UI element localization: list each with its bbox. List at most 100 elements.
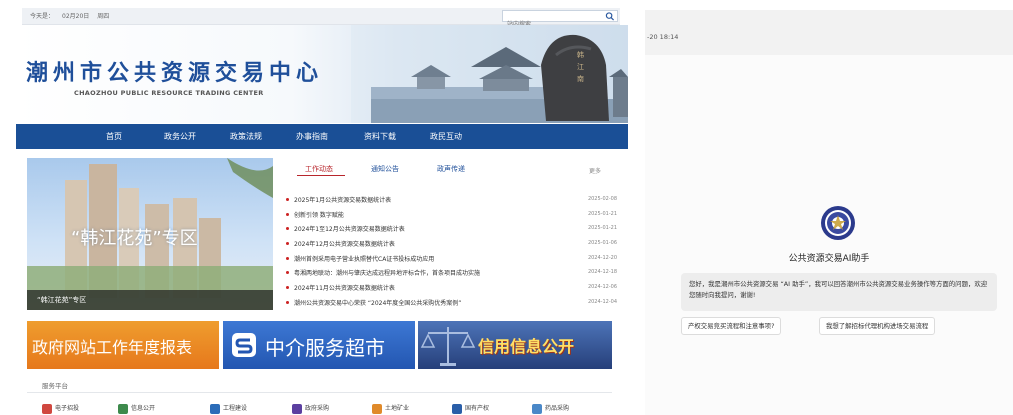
bullet-icon	[286, 300, 289, 304]
service-item[interactable]: 政府采购	[292, 403, 329, 415]
featured-slide[interactable]: “韩江花苑”专区 “韩江花苑”专区	[27, 158, 273, 310]
slide-caption: “韩江花苑”专区	[37, 296, 87, 304]
news-date: 2024-12-18	[587, 269, 617, 276]
news-date: 2024-12-20	[587, 254, 617, 261]
bullet-icon	[286, 286, 289, 290]
chat-timestamp: -20 18:14	[647, 33, 679, 41]
date-display: 今天是： 02月20日 周四	[30, 11, 117, 20]
news-title[interactable]: 2024年1至12月公共资源交易数据统计表	[294, 224, 405, 233]
scales-of-justice-icon	[420, 327, 476, 366]
service-item-label: 土地矿业	[385, 405, 410, 412]
nav-item-downloads[interactable]: 资料下载	[364, 124, 396, 149]
agency-market-banner[interactable]: 中介服务超市	[223, 321, 415, 369]
search-icon[interactable]	[605, 12, 615, 21]
slide-pagination	[245, 298, 265, 310]
service-item-label: 电子招投	[55, 405, 80, 412]
bullet-icon	[286, 198, 289, 201]
news-list: 2025年1月公共资源交易数据统计表 2025-02-08 创新引领 数字赋能 20…	[283, 193, 619, 311]
news-item[interactable]: 2024年11月公共资源交易数据统计表 2024-12-06	[283, 281, 619, 296]
nav-item-guide[interactable]: 办事指南	[296, 124, 328, 149]
site-search-box[interactable]	[502, 10, 618, 30]
service-platform-label: 服务平台	[42, 382, 68, 390]
property-icon	[452, 403, 462, 414]
suggestion-chip[interactable]: 产权交易竞买流程和注意事项?	[681, 317, 782, 335]
ai-chat-panel: -20 18:14 公共资源交易AI助手 您好，我是潮州市公共资源交易 “AI …	[645, 10, 1013, 415]
date-value: 02月20日	[62, 13, 90, 20]
news-title[interactable]: 2024年11月公共资源交易数据统计表	[294, 283, 395, 292]
news-item[interactable]: 创新引领 数字赋能 2025-01-21	[283, 208, 619, 223]
tab-policy-voice[interactable]: 政声传递	[437, 164, 465, 174]
bidding-icon	[42, 403, 52, 414]
credit-info-banner-text: 信用信息公开	[478, 337, 575, 356]
news-date: 2025-01-21	[587, 225, 617, 232]
top-bar: 今天是： 02月20日 周四	[22, 8, 620, 30]
annual-report-banner[interactable]: 政府网站工作年度报表	[27, 321, 219, 369]
suggestion-chip[interactable]: 我想了解招标代理机构进场交易流程	[819, 317, 936, 335]
bullet-icon	[286, 227, 289, 231]
land-icon	[372, 403, 382, 414]
news-title[interactable]: 粤湘两地联动：潮州与肇庆达成远程异地评标合作，首条项目成功实施	[294, 268, 480, 277]
nav-item-policies[interactable]: 政策法规	[230, 124, 262, 149]
weekday-value: 周四	[97, 13, 110, 20]
slide-caption-bar: “韩江花苑”专区	[27, 290, 273, 310]
procurement-icon	[292, 403, 302, 414]
assistant-name: 公共资源交易AI助手	[788, 254, 870, 264]
service-item-label: 药品采购	[545, 405, 570, 412]
credit-info-banner[interactable]: 信用信息公开	[418, 321, 612, 369]
nav-item-home[interactable]: 首页	[106, 124, 122, 149]
construction-icon	[210, 403, 220, 414]
nav-item-interaction[interactable]: 政民互动	[430, 124, 462, 149]
site-subtitle: CHAOZHOU PUBLIC RESOURCE TRADING CENTER	[74, 89, 264, 97]
news-title[interactable]: 2025年1月公共资源交易数据统计表	[294, 195, 391, 204]
news-title[interactable]: 潮州首例采用电子营业执照替代CA证书投标成功应用	[294, 254, 434, 263]
service-item[interactable]: 工程建设	[210, 403, 247, 415]
service-item-label: 政府采购	[305, 405, 330, 412]
news-date: 2025-01-06	[587, 240, 617, 247]
news-title[interactable]: 潮州公共资源交易中心荣获 “2024年度全国公共采购优秀案例”	[294, 298, 461, 307]
tab-work-news[interactable]: 工作动态	[305, 164, 333, 174]
service-item[interactable]: 电子招投	[42, 403, 79, 415]
svg-text:南: 南	[577, 74, 584, 83]
bullet-icon	[286, 212, 289, 216]
news-date: 2025-01-21	[587, 210, 617, 217]
news-panel: 工作动态 通知公告 政声传递 更多 2025年1月公共资源交易数据统计表 2025…	[283, 158, 619, 310]
site-banner: 潮州市公共资源交易中心 CHAOZHOU PUBLIC RESOURCE TRA…	[16, 25, 628, 123]
site-title: 潮州市公共资源交易中心	[26, 61, 324, 86]
news-item[interactable]: 2024年12月公共资源交易数据统计表 2025-01-06	[283, 237, 619, 252]
tab-notices[interactable]: 通知公告	[371, 164, 399, 174]
banner-landmark-image: 韩 江 南	[351, 25, 628, 123]
news-item[interactable]: 潮州公共资源交易中心荣获 “2024年度全国公共采购优秀案例” 2024-12-0…	[283, 296, 619, 311]
agency-market-logo-icon	[232, 333, 256, 357]
news-date: 2024-12-06	[587, 284, 617, 291]
active-tab-underline	[297, 175, 345, 176]
chat-header: -20 18:14	[645, 10, 1013, 55]
news-date: 2025-02-08	[587, 196, 617, 202]
service-item-label: 信息公开	[131, 405, 156, 412]
service-item[interactable]: 药品采购	[532, 403, 569, 415]
bullet-icon	[286, 242, 289, 246]
news-title[interactable]: 2024年12月公共资源交易数据统计表	[294, 239, 395, 248]
chat-body: 公共资源交易AI助手 您好，我是潮州市公共资源交易 “AI 助手”，我可以回答潮…	[645, 55, 1013, 415]
service-item[interactable]: 土地矿业	[372, 403, 409, 415]
news-date: 2024-12-04	[587, 298, 617, 305]
bullet-icon	[286, 256, 289, 260]
bullet-icon	[286, 271, 289, 275]
service-item-label: 工程建设	[223, 405, 248, 412]
news-title[interactable]: 创新引领 数字赋能	[294, 210, 344, 219]
agency-market-banner-text: 中介服务超市	[265, 336, 385, 360]
info-icon	[118, 403, 128, 414]
news-item[interactable]: 粤湘两地联动：潮州与肇庆达成远程异地评标合作，首条项目成功实施 2024-12-1…	[283, 266, 619, 281]
service-item[interactable]: 信息公开	[118, 403, 155, 415]
svg-text:江: 江	[577, 63, 584, 71]
news-item[interactable]: 2024年1至12月公共资源交易数据统计表 2025-01-21	[283, 222, 619, 237]
service-item-label: 国有产权	[465, 405, 490, 412]
service-item[interactable]: 国有产权	[452, 403, 489, 415]
medicine-icon	[532, 403, 542, 414]
annual-report-banner-text: 政府网站工作年度报表	[32, 338, 193, 357]
more-link[interactable]: 更多	[589, 166, 601, 175]
news-item[interactable]: 潮州首例采用电子营业执照替代CA证书投标成功应用 2024-12-20	[283, 252, 619, 267]
nav-item-gov-affairs[interactable]: 政务公开	[164, 124, 196, 149]
assistant-greeting: 您好，我是潮州市公共资源交易 “AI 助手”，我可以回答潮州市公共资源交易业务操…	[681, 273, 997, 311]
news-item[interactable]: 2025年1月公共资源交易数据统计表 2025-02-08	[283, 193, 619, 208]
assistant-emblem-icon	[821, 206, 855, 240]
